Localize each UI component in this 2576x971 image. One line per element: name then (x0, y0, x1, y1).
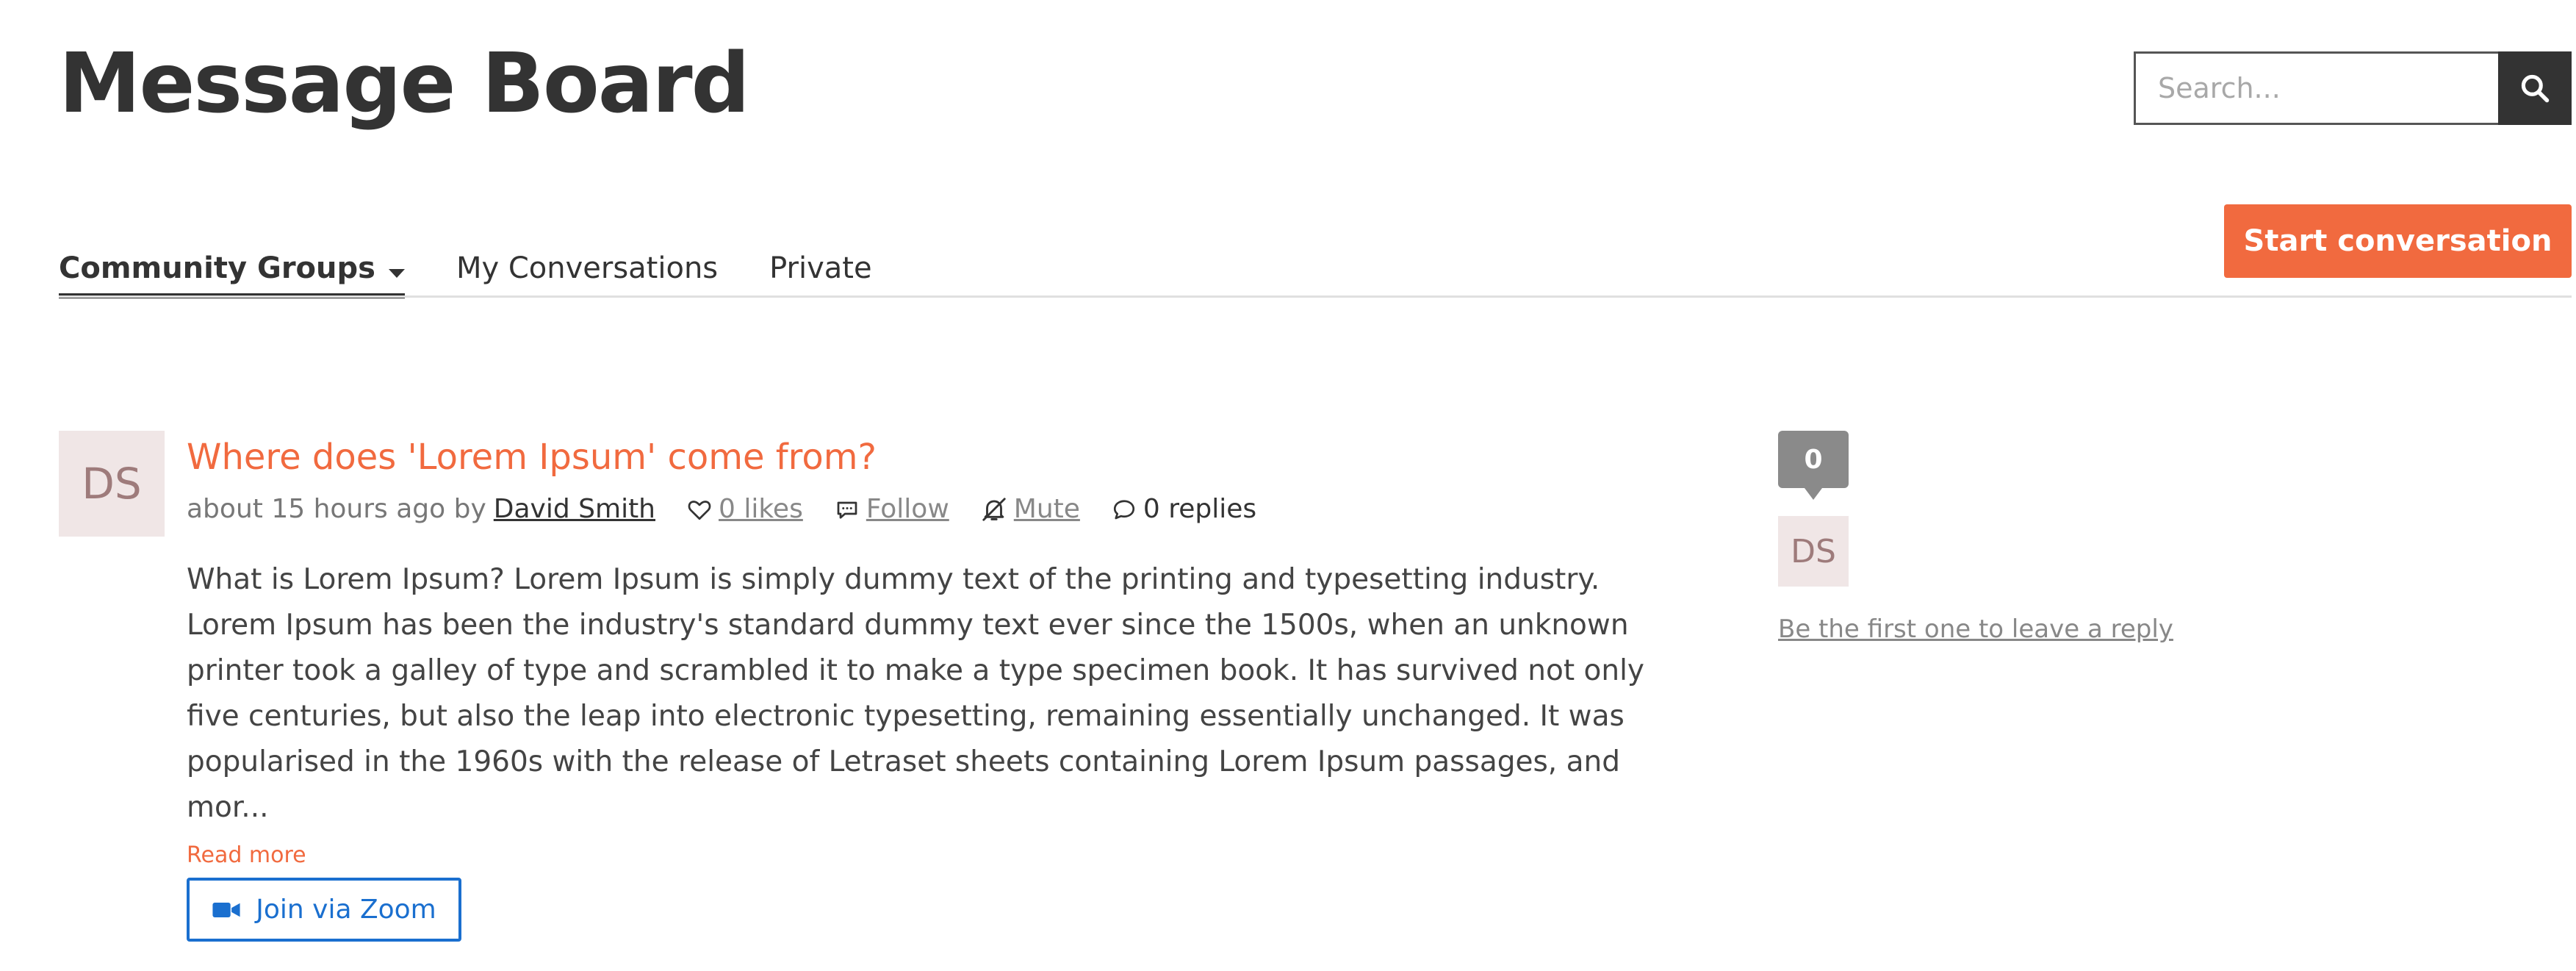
search-icon (2521, 74, 2550, 103)
tab-community-groups[interactable]: Community Groups (59, 243, 405, 298)
post-body-line: Lorem Ipsum has been the industry's stan… (187, 609, 1629, 642)
zoom-label: Join via Zoom (256, 895, 436, 925)
bell-off-icon (982, 497, 1006, 521)
post-time: about 15 hours ago by (187, 494, 486, 524)
replies-label: 0 replies (1143, 494, 1257, 524)
tab-my-conversations[interactable]: My Conversations (456, 243, 718, 298)
likes-label: 0 likes (719, 494, 803, 524)
tab-label: My Conversations (456, 251, 719, 285)
comment-icon (837, 501, 857, 519)
author-link[interactable]: David Smith (494, 494, 655, 524)
post-body-line: printer took a galley of type and scramb… (187, 654, 1645, 687)
post-body: What is Lorem Ipsum? Lorem Ipsum is simp… (187, 557, 1685, 831)
tab-label: Community Groups (59, 251, 375, 285)
search-button[interactable] (2498, 51, 2572, 125)
post-body-line: popularised in the 1960s with the releas… (187, 745, 1620, 778)
post-meta: about 15 hours ago by David Smith 0 like… (187, 494, 1256, 524)
post-body-line: What is Lorem Ipsum? Lorem Ipsum is simp… (187, 563, 1600, 596)
search-input[interactable] (2134, 51, 2498, 125)
follow-button[interactable]: Follow (834, 494, 949, 524)
tab-private[interactable]: Private (769, 243, 871, 298)
read-more-link[interactable]: Read more (187, 842, 306, 868)
tab-label: Private (769, 251, 872, 285)
first-reply-link[interactable]: Be the first one to leave a reply (1778, 615, 2173, 644)
avatar[interactable]: DS (59, 431, 165, 537)
tab-bar: Community Groups My Conversations Privat… (59, 243, 924, 298)
mute-label: Mute (1013, 494, 1080, 524)
chevron-down-icon (388, 269, 405, 278)
heart-icon (688, 500, 711, 520)
page-title: Message Board (59, 36, 750, 132)
post-title[interactable]: Where does 'Lorem Ipsum' come from? (187, 437, 877, 478)
replies-count: 0 replies (1111, 494, 1256, 524)
avatar[interactable]: DS (1778, 516, 1849, 587)
follow-label: Follow (866, 494, 949, 524)
start-conversation-button[interactable]: Start conversation (2224, 204, 2572, 278)
reply-bubble-icon (1113, 499, 1135, 519)
post-body-line: five centuries, but also the leap into e… (187, 700, 1625, 733)
video-camera-icon (212, 902, 240, 917)
join-zoom-button[interactable]: Join via Zoom (187, 878, 461, 942)
like-button[interactable]: 0 likes (686, 494, 803, 524)
tab-divider (59, 295, 2572, 298)
reply-count-badge: 0 (1778, 431, 1849, 500)
post-body-line: mor... (187, 791, 269, 824)
mute-button[interactable]: Mute (980, 494, 1080, 524)
search-box (2134, 51, 2572, 125)
